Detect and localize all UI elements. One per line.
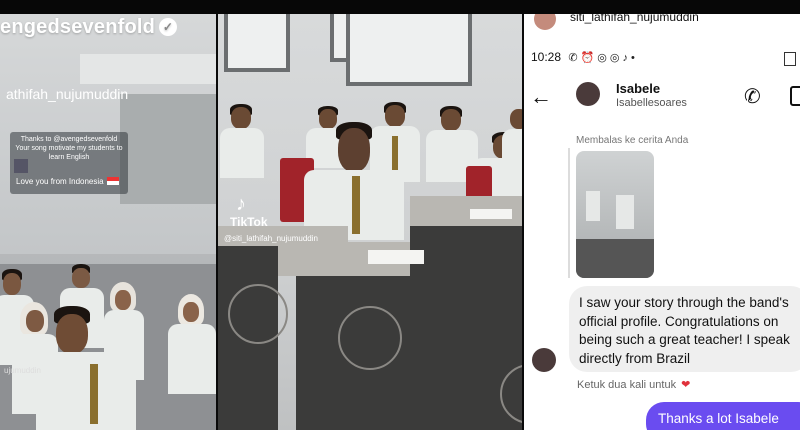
whatsapp-icon: ✆ bbox=[568, 52, 581, 64]
status-time: 10:28 bbox=[531, 50, 562, 64]
desk-front bbox=[410, 226, 522, 276]
paper-sheet bbox=[470, 209, 512, 219]
tiktok-note-icon: ♪ bbox=[236, 193, 246, 215]
caption-line: Your song motivate my students to bbox=[15, 145, 123, 152]
wall-panel bbox=[120, 94, 216, 204]
paper-sheet bbox=[368, 250, 424, 264]
story-account-handle: engedsevenfold ✓ bbox=[0, 16, 178, 39]
story-reply-thumbnail[interactable] bbox=[576, 151, 654, 278]
incoming-message-bubble[interactable]: I saw your story through the band's offi… bbox=[569, 286, 800, 372]
back-arrow-icon[interactable]: ← bbox=[530, 84, 552, 110]
message-line: being such a great teacher! I speak bbox=[579, 332, 790, 347]
poster-handle: athifah_nujumuddin bbox=[6, 86, 129, 102]
caption-line: Thanks to @avengedsevenfold bbox=[20, 136, 118, 143]
heart-icon: ❤ bbox=[681, 379, 691, 391]
desk-front bbox=[296, 276, 522, 430]
video-call-icon[interactable] bbox=[790, 86, 800, 106]
contact-username[interactable]: Isabellesoares bbox=[616, 97, 687, 109]
double-tap-hint: Ketuk dua kali untuk ❤ bbox=[577, 378, 690, 391]
status-icons: ✆⏰◎◎♪• bbox=[568, 52, 638, 64]
top-black-bar bbox=[0, 0, 800, 14]
outgoing-message-bubble[interactable]: Thanks a lot Isabele bbox=[646, 402, 800, 430]
ceiling-beam bbox=[80, 54, 216, 84]
reply-indicator-line bbox=[568, 148, 570, 278]
caption-thumbnail bbox=[14, 159, 28, 173]
overlay-username: siti_lathifah_nujumuddin bbox=[570, 14, 699, 24]
more-dots-icon: • bbox=[631, 52, 638, 64]
verified-badge-icon: ✓ bbox=[159, 18, 178, 36]
classroom-window bbox=[346, 14, 472, 86]
love-text: Love you from Indonesia bbox=[16, 177, 104, 186]
indonesia-flag-icon bbox=[106, 177, 119, 185]
story-screenshot-panel: engedsevenfold ✓ athifah_nujumuddin Thank… bbox=[0, 14, 216, 430]
status-bar: 10:28 ✆⏰◎◎♪• bbox=[531, 50, 638, 64]
classroom-window bbox=[224, 14, 290, 72]
watermark-text: ujumuddin bbox=[4, 366, 41, 375]
school-emblem bbox=[228, 284, 288, 344]
instagram-icon: ◎ bbox=[597, 52, 610, 64]
hint-text: Ketuk dua kali untuk bbox=[577, 379, 677, 391]
message-line: I saw your story through the band's bbox=[579, 295, 789, 310]
tiktok-icon: ♪ bbox=[622, 52, 632, 64]
contact-name[interactable]: Isabele bbox=[616, 81, 660, 96]
sender-avatar bbox=[532, 348, 556, 372]
tiktok-video-panel: ♪ TikTok @siti_lathifah_nujumuddin bbox=[218, 14, 522, 430]
dm-conversation-panel: siti_lathifah_nujumuddin 10:28 ✆⏰◎◎♪• ← … bbox=[524, 14, 800, 430]
school-emblem bbox=[338, 306, 402, 370]
battery-icon bbox=[784, 52, 796, 66]
instagram-icon: ◎ bbox=[609, 52, 623, 64]
alarm-icon: ⏰ bbox=[580, 52, 598, 64]
message-line: official profile. Congratulations on bbox=[579, 313, 779, 329]
story-reply-label: Membalas ke cerita Anda bbox=[576, 135, 689, 146]
account-handle-text: engedsevenfold bbox=[0, 16, 156, 38]
caption-love-line: Love you from Indonesia bbox=[16, 177, 119, 186]
message-line: directly from Brazil bbox=[579, 350, 691, 366]
tiktok-username: @siti_lathifah_nujumuddin bbox=[224, 234, 318, 243]
overlay-avatar bbox=[534, 14, 556, 30]
tiktok-brand-text: TikTok bbox=[230, 215, 268, 229]
tiktok-watermark: ♪ TikTok bbox=[230, 194, 268, 229]
story-caption-card: Thanks to @avengedsevenfold Your song mo… bbox=[10, 132, 128, 194]
contact-avatar[interactable] bbox=[576, 82, 600, 106]
phone-call-icon[interactable]: ✆ bbox=[744, 84, 761, 109]
